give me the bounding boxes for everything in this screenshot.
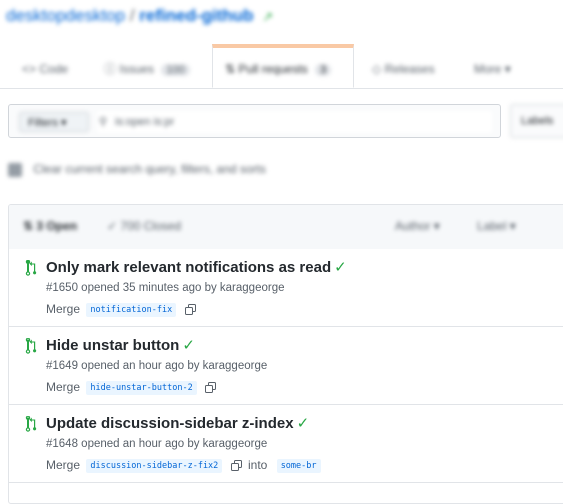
pull-request-icon: ⇅ <box>23 219 34 233</box>
repo-owner-link[interactable]: desktopdesktop <box>6 6 125 25</box>
search-input-value: is:open is:pr <box>115 116 175 128</box>
close-icon <box>8 162 22 177</box>
tag-icon: ◇ <box>372 62 382 76</box>
code-icon: <> <box>22 62 37 76</box>
pr-title-link[interactable]: Hide unstar button <box>46 337 179 354</box>
search-icon: ⚲ <box>99 116 108 128</box>
repo-header: desktopdesktop / refined-github ↗ <box>0 0 563 40</box>
pr-title: Only mark relevant notifications as read… <box>46 258 347 276</box>
chevron-down-icon: ▾ <box>504 62 511 76</box>
tab-pull-requests-count: 3 <box>315 64 332 76</box>
merge-label: Merge <box>46 302 81 316</box>
copy-icon[interactable] <box>205 382 217 393</box>
search-input[interactable]: ⚲ is:open is:pr <box>97 111 492 133</box>
base-branch-name[interactable]: some-br <box>276 459 321 473</box>
repo-title: desktopdesktop / refined-github ↗ <box>6 6 273 26</box>
pull-request-icon <box>25 338 37 354</box>
pr-title: Hide unstar button ✓ <box>46 336 195 354</box>
tab-issues-label: Issues <box>119 62 155 76</box>
tab-issues[interactable]: ⓘ Issues 100 <box>104 54 190 88</box>
pr-merge-info: Merge hide-unstar-button-2 <box>46 380 217 395</box>
check-icon[interactable]: ✓ <box>297 415 310 432</box>
check-icon[interactable]: ✓ <box>334 259 347 276</box>
tab-code[interactable]: <> Code <box>22 54 68 88</box>
tab-more-label: More <box>474 62 502 76</box>
tab-pull-requests[interactable]: ⇅ Pull requests 3 <box>212 44 354 88</box>
filters-button[interactable]: Filters ▾ <box>19 112 89 132</box>
into-label: into <box>247 458 268 472</box>
branch-name[interactable]: discussion-sidebar-z-fix2 <box>86 459 223 473</box>
external-link-icon[interactable]: ↗ <box>262 9 273 24</box>
branch-name[interactable]: hide-unstar-button-2 <box>86 381 197 395</box>
pull-request-list: ⇅ 3 Open ✓ 700 Closed Author ▾ Label ▾ O… <box>8 204 563 504</box>
branch-name[interactable]: notification-fix <box>86 303 177 317</box>
tab-releases-label: Releases <box>384 62 435 76</box>
pr-meta: #1648 opened an hour ago by karaggeorge <box>46 438 268 450</box>
pull-request-icon <box>25 416 37 432</box>
open-count-label: 3 Open <box>36 219 78 233</box>
tab-issues-count: 100 <box>161 64 190 76</box>
pr-meta: #1649 opened an hour ago by karaggeorge <box>46 360 268 372</box>
tab-releases[interactable]: ◇ Releases <box>372 54 435 88</box>
merge-label: Merge <box>46 458 81 472</box>
copy-icon[interactable] <box>230 460 242 471</box>
tab-more[interactable]: More ▾ <box>474 54 511 88</box>
pr-meta: #1650 opened 35 minutes ago by karaggeor… <box>46 282 285 294</box>
list-header: ⇅ 3 Open ✓ 700 Closed Author ▾ Label ▾ <box>9 205 563 250</box>
repo-name-link[interactable]: refined-github <box>139 6 253 25</box>
repo-separator: / <box>129 6 135 25</box>
list-item: Update discussion-sidebar z-index ✓ #1648… <box>9 405 563 483</box>
author-filter-dropdown[interactable]: Author ▾ <box>395 219 440 233</box>
open-filter-link[interactable]: ⇅ 3 Open <box>23 219 77 233</box>
tab-code-label: Code <box>39 62 69 76</box>
pr-merge-info: Merge notification-fix <box>46 302 196 317</box>
label-filter-dropdown[interactable]: Label ▾ <box>477 219 516 233</box>
pull-request-icon: ⇅ <box>225 62 236 76</box>
list-item: Only mark relevant notifications as read… <box>9 249 563 327</box>
clear-filters-link[interactable]: Clear current search query, filters, and… <box>8 162 266 177</box>
pr-merge-info: Merge discussion-sidebar-z-fix2 into som… <box>46 458 321 473</box>
list-item: Hide unstar button ✓ #1649 opened an hour… <box>9 327 563 405</box>
clear-filters-label: Clear current search query, filters, and… <box>33 162 266 176</box>
pr-title-link[interactable]: Only mark relevant notifications as read <box>46 259 331 276</box>
copy-icon[interactable] <box>184 304 196 315</box>
labels-button[interactable]: Labels <box>510 104 563 138</box>
issue-icon: ⓘ <box>104 62 117 76</box>
merge-label: Merge <box>46 380 81 394</box>
filter-bar: Filters ▾ ⚲ is:open is:pr <box>8 104 501 138</box>
pr-title: Update discussion-sidebar z-index ✓ <box>46 414 309 432</box>
pull-request-icon <box>25 260 37 276</box>
repo-tabs: <> Code ⓘ Issues 100 ⇅ Pull requests 3 ◇… <box>0 44 563 89</box>
check-icon[interactable]: ✓ <box>182 337 195 354</box>
tab-pull-requests-label: Pull requests <box>238 62 308 76</box>
pr-title-link[interactable]: Update discussion-sidebar z-index <box>46 415 294 432</box>
closed-filter-link[interactable]: ✓ 700 Closed <box>107 219 181 233</box>
